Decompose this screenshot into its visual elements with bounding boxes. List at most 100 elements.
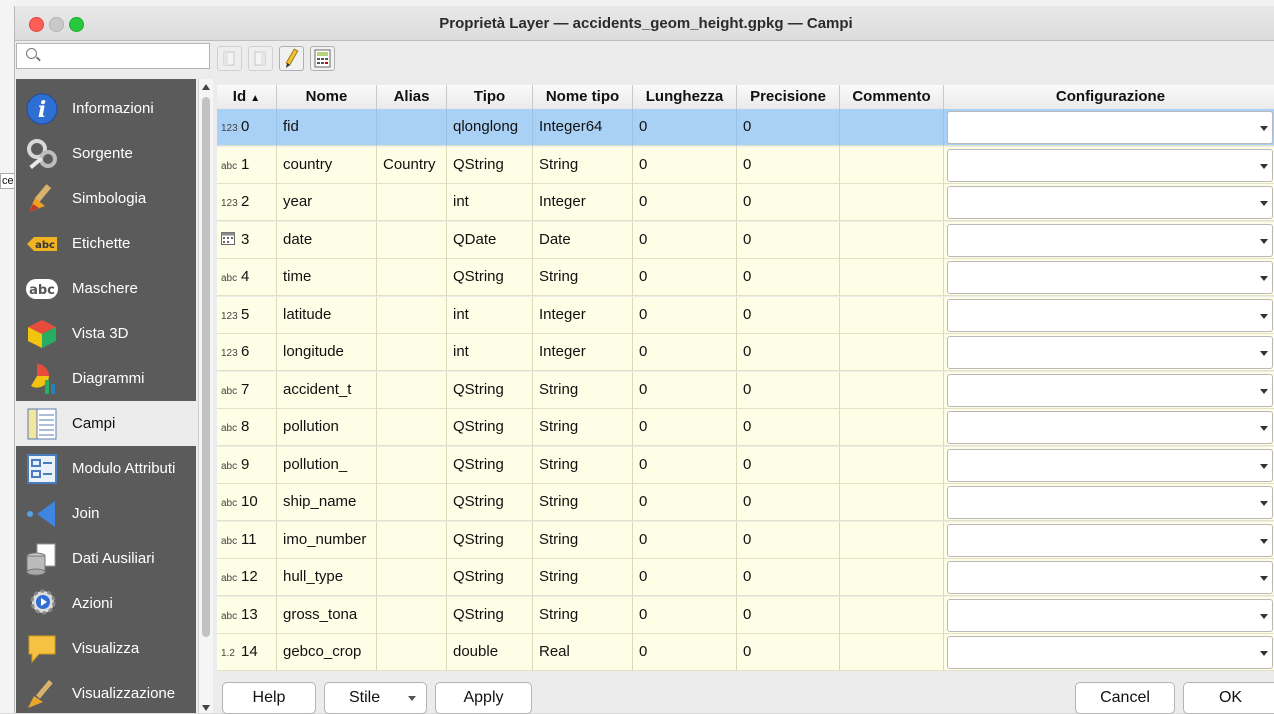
cell-type[interactable]: int xyxy=(447,184,533,221)
cell-type[interactable]: QString xyxy=(447,409,533,446)
cell-type[interactable]: int xyxy=(447,296,533,334)
help-button[interactable]: Help xyxy=(222,682,316,714)
sidebar-item-diagrammi[interactable]: Diagrammi xyxy=(16,356,196,401)
cell-precision[interactable]: 0 xyxy=(737,109,840,146)
sidebar-scrollbar[interactable] xyxy=(198,79,213,713)
column-header-configurazione[interactable]: Configurazione xyxy=(944,85,1274,109)
cell-alias[interactable] xyxy=(377,221,447,259)
cell-type-name[interactable]: String xyxy=(533,146,633,184)
cell-precision[interactable]: 0 xyxy=(737,634,840,671)
cell-precision[interactable]: 0 xyxy=(737,521,840,559)
cell-name[interactable]: date xyxy=(277,221,377,259)
cell-name[interactable]: gebco_crop xyxy=(277,634,377,671)
sidebar-item-vista-3d[interactable]: Vista 3D xyxy=(16,311,196,356)
scrollbar-thumb[interactable] xyxy=(202,97,210,637)
cell-name[interactable]: pollution_ xyxy=(277,446,377,484)
cell-length[interactable]: 0 xyxy=(633,259,737,296)
cell-name[interactable]: hull_type xyxy=(277,559,377,596)
sidebar-item-join[interactable]: Join xyxy=(16,491,196,536)
cell-type[interactable]: qlonglong xyxy=(447,109,533,146)
configuration-combobox[interactable] xyxy=(947,336,1273,369)
column-header-commento[interactable]: Commento xyxy=(840,85,944,109)
cell-precision[interactable]: 0 xyxy=(737,334,840,371)
sidebar-item-visualizza[interactable]: Visualizza xyxy=(16,626,196,671)
configuration-combobox[interactable] xyxy=(947,523,1273,557)
cell-precision[interactable]: 0 xyxy=(737,484,840,521)
table-row[interactable]: 123 5 latitude int Integer 0 0 xyxy=(217,296,1274,334)
cell-precision[interactable]: 0 xyxy=(737,296,840,334)
sidebar-item-sorgente[interactable]: Sorgente xyxy=(16,131,196,176)
cell-type[interactable]: QString xyxy=(447,259,533,296)
cell-precision[interactable]: 0 xyxy=(737,146,840,184)
cell-type[interactable]: QString xyxy=(447,484,533,521)
cell-comment[interactable] xyxy=(840,371,944,409)
toggle-editing-button[interactable] xyxy=(279,46,304,71)
scroll-up-arrow-icon[interactable] xyxy=(202,84,210,90)
cell-length[interactable]: 0 xyxy=(633,334,737,371)
cell-length[interactable]: 0 xyxy=(633,521,737,559)
table-row[interactable]: 1.2 14 gebco_crop double Real 0 0 xyxy=(217,634,1274,671)
configuration-combobox[interactable] xyxy=(947,636,1273,669)
cell-comment[interactable] xyxy=(840,559,944,596)
cell-type-name[interactable]: String xyxy=(533,484,633,521)
table-row[interactable]: abc 13 gross_tona QString String 0 0 xyxy=(217,596,1274,634)
cell-id[interactable]: abc 4 xyxy=(217,259,277,296)
cell-name[interactable]: time xyxy=(277,259,377,296)
cell-length[interactable]: 0 xyxy=(633,634,737,671)
cell-alias[interactable] xyxy=(377,596,447,634)
cell-type-name[interactable]: String xyxy=(533,596,633,634)
apply-button[interactable]: Apply xyxy=(435,682,532,714)
search-input[interactable] xyxy=(16,43,210,69)
cell-comment[interactable] xyxy=(840,634,944,671)
cell-id[interactable]: abc 10 xyxy=(217,484,277,521)
cell-name[interactable]: country xyxy=(277,146,377,184)
delete-field-button[interactable] xyxy=(248,46,273,71)
cell-comment[interactable] xyxy=(840,146,944,184)
cell-alias[interactable] xyxy=(377,334,447,371)
configuration-combobox[interactable] xyxy=(947,598,1273,632)
cell-type[interactable]: QString xyxy=(447,371,533,409)
cell-length[interactable]: 0 xyxy=(633,184,737,221)
configuration-combobox[interactable] xyxy=(947,111,1273,144)
cell-id[interactable]: abc 13 xyxy=(217,596,277,634)
cell-type-name[interactable]: Integer xyxy=(533,334,633,371)
cell-alias[interactable] xyxy=(377,559,447,596)
cell-type-name[interactable]: String xyxy=(533,446,633,484)
cell-precision[interactable]: 0 xyxy=(737,371,840,409)
cell-id[interactable]: abc 12 xyxy=(217,559,277,596)
cell-type-name[interactable]: Integer xyxy=(533,296,633,334)
configuration-combobox[interactable] xyxy=(947,448,1273,482)
table-row[interactable]: 123 2 year int Integer 0 0 xyxy=(217,184,1274,221)
cell-length[interactable]: 0 xyxy=(633,484,737,521)
cell-id[interactable]: abc 1 xyxy=(217,146,277,184)
table-row[interactable]: 123 6 longitude int Integer 0 0 xyxy=(217,334,1274,371)
cell-precision[interactable]: 0 xyxy=(737,446,840,484)
cell-type[interactable]: int xyxy=(447,334,533,371)
cell-alias[interactable] xyxy=(377,109,447,146)
sidebar-item-azioni[interactable]: Azioni xyxy=(16,581,196,626)
cell-alias[interactable] xyxy=(377,296,447,334)
configuration-combobox[interactable] xyxy=(947,411,1273,444)
field-calculator-button[interactable] xyxy=(310,46,335,71)
configuration-combobox[interactable] xyxy=(947,486,1273,519)
cancel-button[interactable]: Cancel xyxy=(1075,682,1175,714)
cell-type-name[interactable]: Integer64 xyxy=(533,109,633,146)
cell-id[interactable]: abc 7 xyxy=(217,371,277,409)
cell-comment[interactable] xyxy=(840,296,944,334)
cell-length[interactable]: 0 xyxy=(633,559,737,596)
cell-alias[interactable] xyxy=(377,634,447,671)
cell-type[interactable]: double xyxy=(447,634,533,671)
cell-comment[interactable] xyxy=(840,259,944,296)
table-row[interactable]: 3 date QDate Date 0 0 xyxy=(217,221,1274,259)
cell-id[interactable]: 123 2 xyxy=(217,184,277,221)
cell-comment[interactable] xyxy=(840,446,944,484)
cell-alias[interactable] xyxy=(377,371,447,409)
column-header-precisione[interactable]: Precisione xyxy=(737,85,840,109)
configuration-combobox[interactable] xyxy=(947,561,1273,594)
sidebar-item-simbologia[interactable]: Simbologia xyxy=(16,176,196,221)
cell-length[interactable]: 0 xyxy=(633,596,737,634)
column-header-id[interactable]: Id ▲ xyxy=(217,85,277,109)
cell-type-name[interactable]: String xyxy=(533,521,633,559)
configuration-combobox[interactable] xyxy=(947,186,1273,219)
cell-alias[interactable] xyxy=(377,259,447,296)
